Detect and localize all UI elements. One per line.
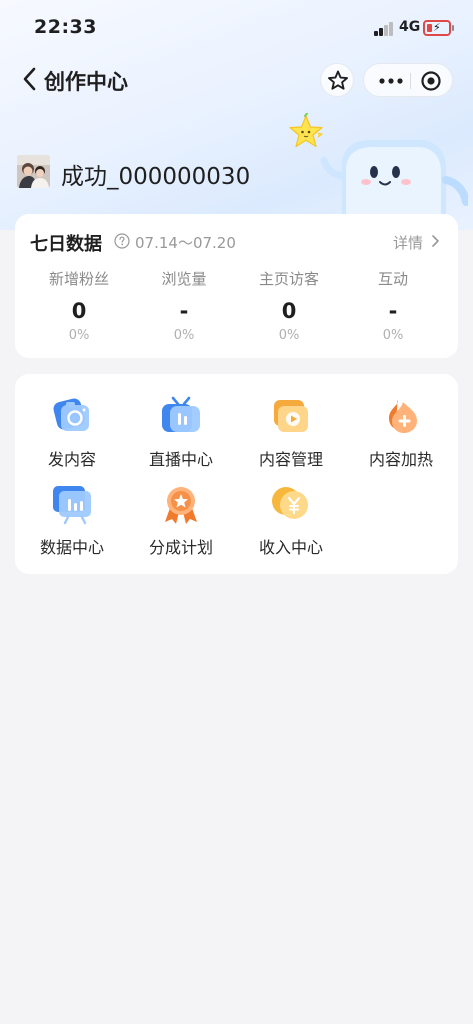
username: 成功_000000030 <box>61 164 251 190</box>
capsule-divider <box>410 73 411 89</box>
stat-profile-visitors[interactable]: 主页访客 0 0% <box>234 269 344 343</box>
medal-icon <box>165 487 197 524</box>
live-tv-icon <box>162 396 200 432</box>
help-icon[interactable] <box>114 233 130 249</box>
tool-label: 收入中心 <box>258 538 323 557</box>
mascot-illustration <box>318 132 468 222</box>
chevron-left-icon <box>23 67 36 91</box>
status-time: 22:33 <box>34 16 97 38</box>
video-folder-icon <box>274 400 308 432</box>
stat-new-followers[interactable]: 新增粉丝 0 0% <box>24 269 134 343</box>
stat-change: 0% <box>382 328 404 343</box>
target-icon <box>421 71 441 91</box>
close-mini-program-button[interactable] <box>420 70 442 92</box>
star-sticker-icon <box>289 113 323 148</box>
tool-content-management[interactable]: 内容管理 <box>236 394 346 470</box>
tool-label: 分成计划 <box>148 538 213 557</box>
stat-label: 互动 <box>377 270 408 288</box>
chevron-right-icon[interactable] <box>429 233 441 249</box>
network-type: 4G <box>399 19 421 35</box>
tool-post-content[interactable]: 发内容 <box>17 394 127 470</box>
more-button[interactable] <box>378 72 404 90</box>
tool-content-boost[interactable]: 内容加热 <box>346 394 456 470</box>
favorite-button[interactable] <box>320 63 354 97</box>
avatar[interactable] <box>17 155 50 188</box>
tool-label: 内容管理 <box>258 450 323 469</box>
status-bar: 22:33 4G ⚡ <box>0 0 473 56</box>
stat-label: 新增粉丝 <box>48 270 109 288</box>
star-icon <box>328 70 348 90</box>
camera-icon <box>53 398 89 431</box>
stat-label: 浏览量 <box>161 270 207 288</box>
stat-change: 0% <box>68 328 90 343</box>
stat-change: 0% <box>278 328 300 343</box>
stat-label: 主页访客 <box>258 270 319 288</box>
stat-interactions[interactable]: 互动 - 0% <box>338 269 448 343</box>
stat-value: - <box>388 299 398 323</box>
signal-icon <box>374 22 394 36</box>
flame-plus-icon <box>389 400 417 433</box>
more-dots-icon <box>379 78 403 84</box>
stats-title: 七日数据 <box>30 234 102 255</box>
stat-change: 0% <box>173 328 195 343</box>
battery-icon: ⚡ <box>423 20 454 36</box>
stat-value: 0 <box>281 299 297 323</box>
tool-label: 发内容 <box>47 450 96 469</box>
back-button[interactable] <box>18 64 44 94</box>
tool-revenue-share-plan[interactable]: 分成计划 <box>126 482 236 558</box>
tool-income-center[interactable]: 收入中心 <box>236 482 346 558</box>
stat-value: - <box>179 299 189 323</box>
creator-tools-card: 发内容 直播中心 内容管理 内容加热 数据中心 分成计划 收入中心 <box>15 374 458 574</box>
tool-label: 直播中心 <box>148 450 213 469</box>
seven-day-stats-card: 七日数据 07.14～07.20 详情 新增粉丝 0 0% 浏览量 - 0% 主… <box>15 214 458 358</box>
page-title: 创作中心 <box>44 70 128 94</box>
stats-date-range: 07.14～07.20 <box>135 234 236 252</box>
tool-live-center[interactable]: 直播中心 <box>126 394 236 470</box>
stats-detail-link[interactable]: 详情 <box>393 232 423 253</box>
tool-label: 数据中心 <box>39 538 104 557</box>
stat-value: 0 <box>71 299 87 323</box>
yuan-coin-icon <box>272 487 308 519</box>
tool-label: 内容加热 <box>368 450 433 469</box>
chart-board-icon <box>53 486 91 525</box>
tool-data-center[interactable]: 数据中心 <box>17 482 127 558</box>
avatar-photo-icon <box>17 155 50 188</box>
stat-views[interactable]: 浏览量 - 0% <box>129 269 239 343</box>
mini-program-capsule <box>363 63 453 97</box>
